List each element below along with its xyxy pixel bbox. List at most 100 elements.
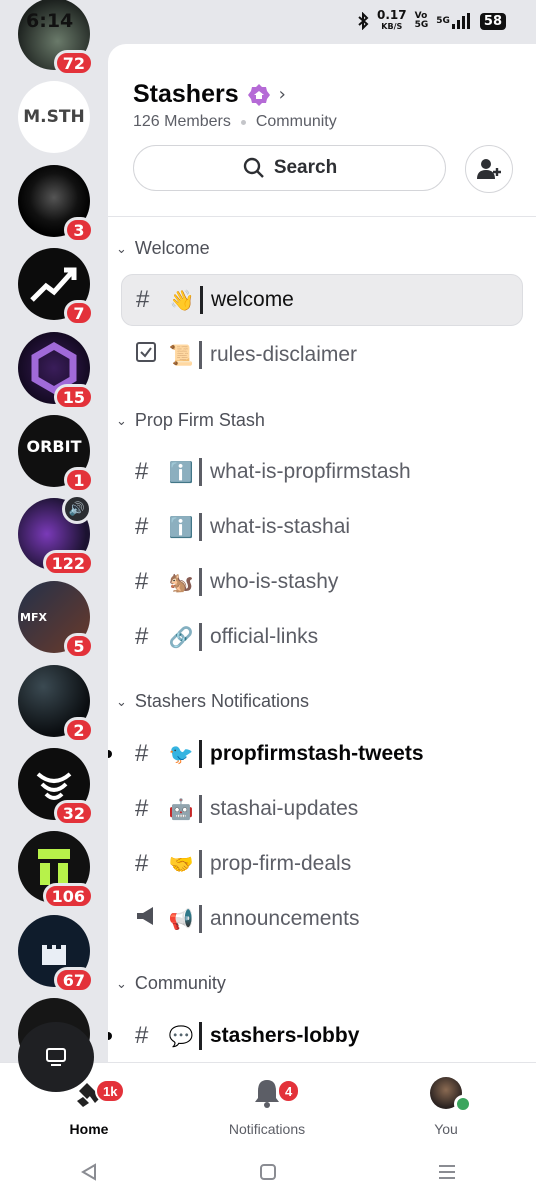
channel-what-is-propfirmstash[interactable]: # ℹ️ what-is-propfirmstash <box>121 446 523 498</box>
hash-icon: # <box>136 286 150 313</box>
channel-welcome[interactable]: # 👋 welcome <box>121 274 523 326</box>
channel-name: official-links <box>210 625 319 648</box>
server-icon-msth[interactable]: M.STH <box>18 81 90 153</box>
member-count: 126 Members <box>133 113 231 130</box>
channel-official-links[interactable]: # 🔗 official-links <box>121 611 523 663</box>
channel-name: announcements <box>210 907 360 930</box>
channel-prop-firm-deals[interactable]: # 🤝 prop-firm-deals <box>121 838 523 890</box>
server-icon-3[interactable]: 3 <box>18 165 94 243</box>
channel-panel: Stashers › 126 Members Community Search … <box>108 44 536 1062</box>
channel-propfirmstash-tweets[interactable]: # 🐦 propfirmstash-tweets <box>121 728 523 780</box>
category-welcome[interactable]: ⌄ Welcome <box>116 238 210 259</box>
bluetooth-icon <box>358 12 369 30</box>
server-icon-7[interactable]: 🔊 122 <box>18 494 94 576</box>
quick-switcher-button[interactable] <box>18 1022 94 1092</box>
server-icon-9[interactable]: 2 <box>18 665 94 743</box>
unread-badge: 67 <box>53 967 94 993</box>
megaphone-icon <box>135 905 163 934</box>
channel-emoji: 👋 <box>169 289 195 312</box>
hash-icon: # <box>135 623 149 650</box>
server-label: ORBIT <box>26 436 82 456</box>
channel-stashers-lobby[interactable]: # 💬 stashers-lobby <box>121 1010 523 1062</box>
unread-badge: 72 <box>53 50 94 76</box>
home-icon[interactable] <box>258 1162 278 1182</box>
category-label: Prop Firm Stash <box>134 410 265 430</box>
network-speed: 0.17 KB/S <box>377 9 407 32</box>
channel-separator <box>200 286 203 314</box>
channel-separator <box>199 458 202 486</box>
channel-name: stashai-updates <box>210 797 359 820</box>
server-icon-12[interactable]: 67 <box>18 915 94 993</box>
nav-label: Notifications <box>228 1121 306 1137</box>
channel-name: stashers-lobby <box>210 1024 360 1047</box>
server-icon-4[interactable]: 7 <box>18 248 94 326</box>
server-icon-mfx[interactable]: MFX 5 <box>18 581 94 659</box>
server-header[interactable]: Stashers › <box>133 80 286 109</box>
category-label: Community <box>134 973 226 993</box>
channel-separator <box>199 341 202 369</box>
channel-separator <box>199 740 202 768</box>
channel-separator <box>199 1022 202 1050</box>
channel-emoji: 💬 <box>168 1025 194 1048</box>
unread-indicator <box>108 750 112 758</box>
unread-badge: 32 <box>53 800 94 826</box>
system-nav-bar <box>0 1144 536 1200</box>
category-stashers-notifications[interactable]: ⌄ Stashers Notifications <box>116 691 309 712</box>
channel-separator <box>199 905 202 933</box>
channel-announcements[interactable]: 📢 announcements <box>121 893 523 945</box>
hash-icon: # <box>135 458 149 485</box>
unread-badge: 106 <box>42 883 94 909</box>
status-icons: 0.17 KB/S Vo 5G 5G 58 <box>357 9 506 32</box>
community-badge-icon <box>247 83 270 106</box>
server-type: Community <box>255 113 337 130</box>
nav-notifications[interactable]: 4 Notifications <box>207 1077 327 1137</box>
channel-name: who-is-stashy <box>210 570 339 593</box>
server-icon-11[interactable]: 106 <box>18 831 94 909</box>
hash-icon: # <box>135 513 149 540</box>
divider <box>108 216 536 217</box>
server-icon-10[interactable]: 32 <box>18 748 94 826</box>
chevron-right-icon: › <box>278 84 286 105</box>
nav-you[interactable]: You <box>386 1077 506 1137</box>
channel-rules-disclaimer[interactable]: 📜 rules-disclaimer <box>121 329 523 381</box>
channel-emoji: 🐦 <box>168 743 194 766</box>
speaker-icon: 🔊 <box>62 494 92 524</box>
unread-badge: 3 <box>64 217 94 243</box>
chevron-down-icon: ⌄ <box>116 975 127 991</box>
channel-separator <box>199 623 202 651</box>
channel-emoji: ℹ️ <box>168 516 194 539</box>
channel-stashai-updates[interactable]: # 🤖 stashai-updates <box>121 783 523 835</box>
chevron-down-icon: ⌄ <box>116 693 127 709</box>
volte-net: 5G <box>414 20 429 30</box>
server-label: MFX <box>20 610 47 624</box>
server-icon-orbit[interactable]: ORBIT 1 <box>18 415 94 493</box>
unread-badge: 2 <box>64 717 94 743</box>
channel-separator <box>199 850 202 878</box>
invite-members-button[interactable] <box>465 145 513 193</box>
server-rail: 72 M.STH 3 7 15 ORBIT 1 🔊 122 MFX 5 2 32… <box>0 0 108 1070</box>
channel-separator <box>199 513 202 541</box>
signal-icon <box>451 13 470 29</box>
channel-who-is-stashy[interactable]: # 🐿️ who-is-stashy <box>121 556 523 608</box>
unread-badge: 5 <box>64 633 94 659</box>
home-badge: 1k <box>95 1079 126 1103</box>
channel-emoji: 🤝 <box>168 853 194 876</box>
nav-label: Home <box>69 1121 109 1137</box>
category-prop-firm-stash[interactable]: ⌄ Prop Firm Stash <box>116 410 265 431</box>
server-name: Stashers <box>133 80 239 108</box>
screen-icon <box>46 1048 66 1066</box>
hash-icon: # <box>135 795 149 822</box>
search-button[interactable]: Search <box>133 145 446 191</box>
channel-what-is-stashai[interactable]: # ℹ️ what-is-stashai <box>121 501 523 553</box>
back-icon[interactable] <box>79 1162 99 1182</box>
channel-emoji: 🤖 <box>168 798 194 821</box>
notifications-badge: 4 <box>277 1079 301 1103</box>
castle-icon <box>42 945 66 965</box>
category-community[interactable]: ⌄ Community <box>116 973 226 994</box>
channel-emoji: 📢 <box>168 908 194 931</box>
unread-badge: 122 <box>42 550 94 576</box>
recents-icon[interactable] <box>437 1162 457 1182</box>
server-icon-5[interactable]: 15 <box>18 332 94 410</box>
rules-checkbox-icon <box>135 341 163 370</box>
channel-emoji: 🔗 <box>168 626 194 649</box>
